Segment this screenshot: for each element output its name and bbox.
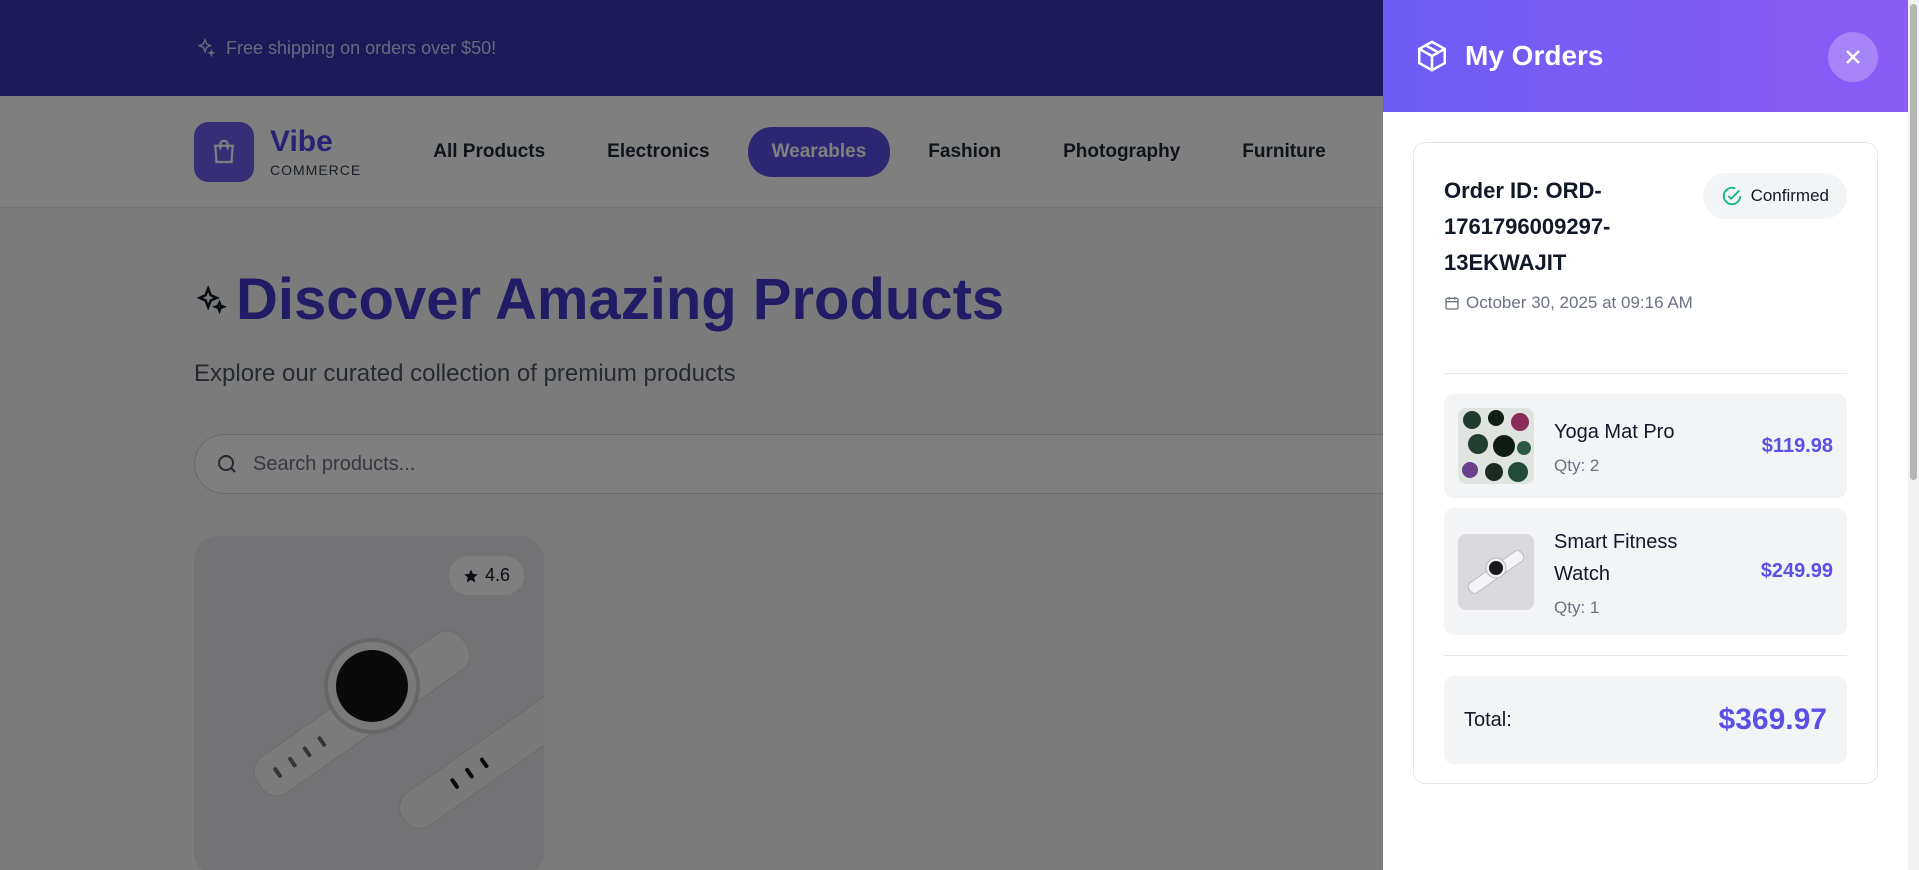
order-items: Yoga Mat Pro Qty: 2 $119.98 Smart Fitnes…: [1444, 394, 1847, 635]
item-price: $119.98: [1761, 434, 1833, 457]
drawer-title: My Orders: [1465, 40, 1604, 71]
package-icon: [1417, 40, 1447, 72]
item-quantity: Qty: 2: [1554, 456, 1600, 475]
total-label: Total:: [1464, 708, 1512, 731]
order-item: Yoga Mat Pro Qty: 2 $119.98: [1444, 394, 1847, 498]
orders-drawer: My Orders Order ID: ORD-1761796009297-13…: [1383, 0, 1908, 870]
order-item: Smart Fitness Watch Qty: 1 $249.99: [1444, 508, 1847, 635]
status-text: Confirmed: [1750, 186, 1829, 205]
product-thumbnail: [1458, 533, 1534, 610]
item-name: Smart Fitness Watch: [1554, 530, 1678, 585]
divider: [1444, 373, 1847, 374]
item-price: $249.99: [1760, 560, 1833, 582]
order-total: Total: $369.97: [1444, 676, 1847, 764]
calendar-icon: [1445, 297, 1459, 310]
check-circle-icon: [1722, 186, 1741, 206]
item-quantity: Qty: 1: [1554, 597, 1600, 617]
total-value: $369.97: [1718, 703, 1827, 736]
order-date-text: October 30, 2025 at 09:16 AM: [1466, 293, 1693, 312]
status-badge: Confirmed: [1702, 173, 1847, 219]
order-id: Order ID: ORD-1761796009297-13EKWAJIT: [1444, 178, 1611, 275]
item-name: Yoga Mat Pro: [1554, 421, 1675, 443]
drawer-header: My Orders: [1383, 0, 1908, 112]
drawer-scrollbar[interactable]: [1908, 0, 1919, 870]
close-icon: [1846, 50, 1860, 64]
divider: [1444, 655, 1847, 656]
order-date: October 30, 2025 at 09:16 AM: [1444, 289, 1694, 316]
scrollbar-thumb[interactable]: [1910, 4, 1917, 480]
product-thumbnail: [1458, 408, 1534, 484]
order-card: Order ID: ORD-1761796009297-13EKWAJIT Oc…: [1413, 142, 1878, 784]
close-button[interactable]: [1828, 32, 1878, 82]
